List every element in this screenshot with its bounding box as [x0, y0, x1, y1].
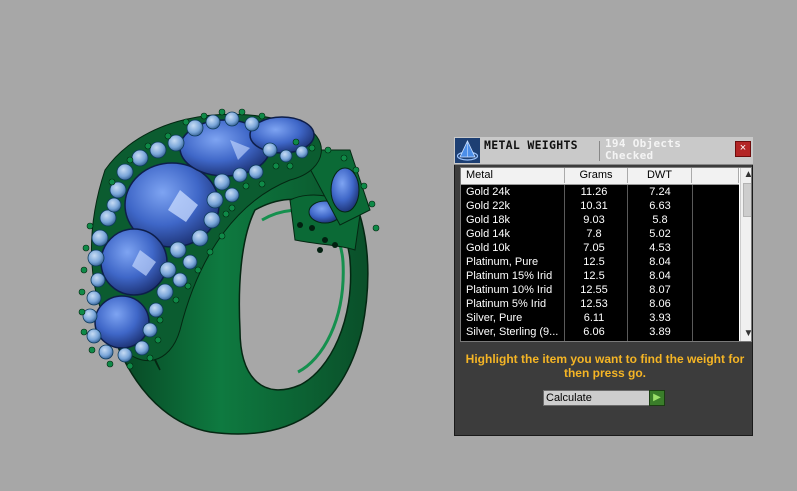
dwt-cell: 3.93 [649, 312, 671, 324]
dwt-cell: 5.02 [649, 228, 671, 240]
table-row[interactable]: Silver, Sterling (9... 6.06 3.89 [461, 325, 739, 339]
close-button[interactable]: × [735, 141, 751, 157]
grams-cell: 6.01 [565, 339, 623, 341]
grams-cell: 12.5 [583, 256, 605, 268]
table-row[interactable]: Platinum 15% Irid 12.5 8.04 [461, 269, 739, 283]
column-divider [692, 185, 693, 341]
dwt-cell: 8.07 [649, 284, 671, 296]
metal-name-cell: Gold 10k [466, 242, 511, 254]
grams-cell: 12.5 [583, 270, 605, 282]
table-row[interactable]: Gold 22k 10.31 6.63 [461, 199, 739, 213]
dwt-cell: 7.24 [649, 186, 671, 198]
table-row[interactable]: Platinum, Pure 12.5 8.04 [461, 255, 739, 269]
metal-name-cell: Gold 24k [466, 186, 511, 198]
grams-cell: 6.11 [583, 312, 605, 324]
metal-name-cell: Platinum 10% Irid [466, 284, 553, 296]
metal-name-cell: Silver, Coin (900) [466, 339, 562, 341]
scroll-down-arrow-icon[interactable]: ▼ [741, 327, 751, 341]
scroll-thumb[interactable] [743, 183, 751, 217]
metal-weights-panel: METAL WEIGHTS 194 Objects Checked × Meta… [454, 137, 753, 436]
play-arrow-icon: ▶ [653, 392, 661, 403]
dwt-cell: 8.04 [649, 256, 671, 268]
table-row[interactable]: Platinum 5% Irid 12.53 8.06 [461, 297, 739, 311]
grams-cell: 6.06 [583, 326, 605, 338]
dwt-cell: 8.06 [649, 298, 671, 310]
column-divider [627, 185, 628, 341]
grams-cell: 7.05 [583, 242, 605, 254]
metal-name-cell: Gold 18k [466, 214, 511, 226]
metal-name-cell: Gold 22k [466, 200, 511, 212]
grams-cell: 11.26 [580, 186, 608, 198]
table-row[interactable]: Platinum 10% Irid 12.55 8.07 [461, 283, 739, 297]
panel-title: METAL WEIGHTS [484, 138, 578, 152]
metal-name-cell: Platinum 5% Irid [466, 298, 547, 310]
column-header-metal[interactable]: Metal [461, 168, 565, 183]
table-row[interactable]: Gold 24k 11.26 7.24 [461, 185, 739, 199]
metal-name-cell: Platinum, Pure [466, 256, 539, 268]
panel-titlebar[interactable]: METAL WEIGHTS 194 Objects Checked × [454, 137, 753, 165]
dwt-cell: 6.63 [649, 200, 671, 212]
table-row[interactable]: Gold 14k 7.8 5.02 [461, 227, 739, 241]
column-header-dwt[interactable]: DWT [628, 168, 692, 183]
instruction-text: Highlight the item you want to find the … [465, 352, 745, 380]
go-button[interactable]: ▶ [649, 390, 665, 406]
column-header-grams[interactable]: Grams [565, 168, 628, 183]
grams-cell: 9.03 [583, 214, 605, 226]
list-header: Metal Grams DWT [461, 168, 739, 185]
column-divider [564, 185, 565, 341]
grams-cell: 12.53 [580, 298, 608, 310]
list-scrollbar[interactable]: ▲ ▼ [740, 168, 751, 341]
grams-cell: 12.55 [580, 284, 608, 296]
dwt-cell: 3.89 [649, 326, 671, 338]
grams-cell: 10.31 [580, 200, 608, 212]
dwt-cell: 5.8 [652, 214, 668, 226]
metal-weights-list[interactable]: Metal Grams DWT Gold 24k 11.26 7.24 Gold 22… [460, 167, 752, 342]
app-pyramid-logo-icon [455, 138, 480, 163]
column-header-blank [692, 168, 739, 183]
metal-name-cell: Silver, Pure [466, 312, 523, 324]
grams-cell: 7.8 [586, 228, 602, 240]
table-row[interactable]: Silver, Coin (900)6.01 3.86 [461, 339, 739, 341]
table-row[interactable]: Silver, Pure 6.11 3.93 [461, 311, 739, 325]
title-divider [599, 141, 600, 161]
dwt-cell: 8.04 [649, 270, 671, 282]
dwt-cell: 3.86 [628, 339, 692, 341]
dwt-cell: 4.53 [649, 242, 671, 254]
metal-name-cell: Platinum 15% Irid [466, 270, 553, 282]
objects-checked-status: 194 Objects Checked [605, 137, 682, 162]
metal-name-cell: Gold 14k [466, 228, 511, 240]
table-row[interactable]: Gold 10k 7.05 4.53 [461, 241, 739, 255]
scroll-up-arrow-icon[interactable]: ▲ [741, 168, 751, 182]
ring-model[interactable] [78, 108, 380, 435]
metal-name-cell: Silver, Sterling (9... [466, 326, 559, 338]
list-body: Gold 24k 11.26 7.24 Gold 22k 10.31 6.63 Gold 1… [461, 185, 739, 341]
calculate-select[interactable]: Calculate [543, 390, 650, 406]
table-row[interactable]: Gold 18k 9.03 5.8 [461, 213, 739, 227]
